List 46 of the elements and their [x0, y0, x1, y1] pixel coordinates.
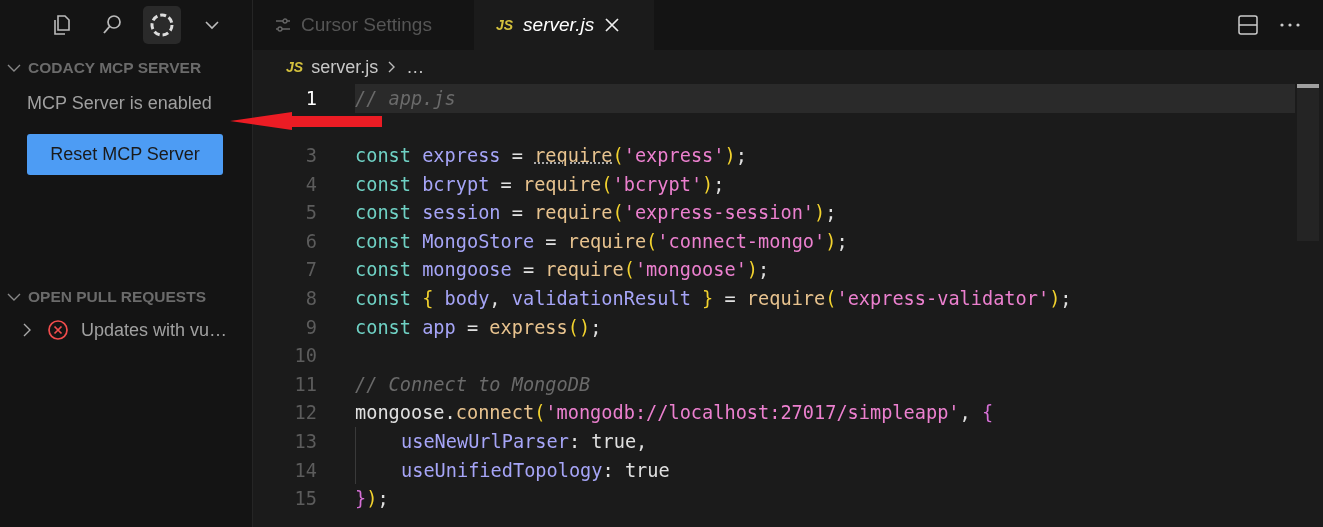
- line-number: 11: [293, 373, 317, 395]
- code-line: const MongoStore = require('connect-mongo');: [355, 229, 849, 254]
- dashed-circle-icon: [149, 12, 175, 38]
- line-number: 14: [293, 459, 317, 481]
- more-icon[interactable]: [1279, 21, 1301, 29]
- code-line: const app = express();: [355, 315, 603, 340]
- code-line: const mongoose = require('mongoose');: [355, 258, 771, 283]
- code-line: const { body, validationResult } = require('express-validator');: [355, 286, 1073, 311]
- tab-label: server.js: [523, 14, 595, 36]
- line-number: 10: [293, 345, 317, 367]
- breadcrumb-file[interactable]: server.js: [311, 56, 379, 78]
- code-line: // Connect to MongoDB: [355, 372, 592, 397]
- line-number: 15: [293, 488, 317, 510]
- close-icon[interactable]: [604, 17, 621, 33]
- split-editor-icon[interactable]: [1237, 14, 1259, 36]
- section-title: CODACY MCP SERVER: [28, 59, 202, 77]
- js-file-icon: JS: [495, 17, 514, 33]
- line-number: 12: [293, 402, 317, 424]
- progress-tab[interactable]: [143, 6, 181, 44]
- line-number: 3: [304, 145, 317, 166]
- code-line: useUnifiedTopology: true: [355, 455, 1295, 485]
- code-line: useNewUrlParser: true,: [355, 427, 1295, 456]
- sliders-icon: [275, 17, 291, 33]
- tab-label: Cursor Settings: [301, 14, 432, 36]
- pull-request-item[interactable]: Updates with vu…: [19, 315, 252, 345]
- line-number: 4: [304, 173, 317, 195]
- line-number: 9: [304, 316, 317, 338]
- line-number: 13: [293, 430, 317, 452]
- line-number: 5: [304, 202, 317, 224]
- reset-button[interactable]: Reset MCP Server: [27, 134, 223, 175]
- line-number: 7: [304, 259, 317, 281]
- breadcrumb-more[interactable]: …: [406, 56, 425, 78]
- line-number: 6: [304, 230, 317, 252]
- section-title: OPEN PULL REQUESTS: [28, 288, 206, 306]
- line-number: 8: [304, 287, 317, 309]
- js-file-icon: JS: [286, 59, 304, 75]
- code-line: const express = require('express');: [355, 144, 748, 168]
- line-number: 1: [304, 87, 317, 109]
- code-line: const session = require('express-session');: [355, 201, 838, 226]
- status-text: MCP Server is enabled: [27, 93, 213, 114]
- scrollbar[interactable]: [1297, 84, 1319, 241]
- code-line: });: [355, 487, 390, 512]
- code-line: mongoose.connect('mongodb://localhost:27017/simpleapp', {: [355, 401, 995, 426]
- editor-tab[interactable]: JS server.js: [473, 0, 654, 50]
- error-icon: [47, 319, 69, 341]
- code-line: const bcrypt = require('bcrypt');: [355, 172, 726, 197]
